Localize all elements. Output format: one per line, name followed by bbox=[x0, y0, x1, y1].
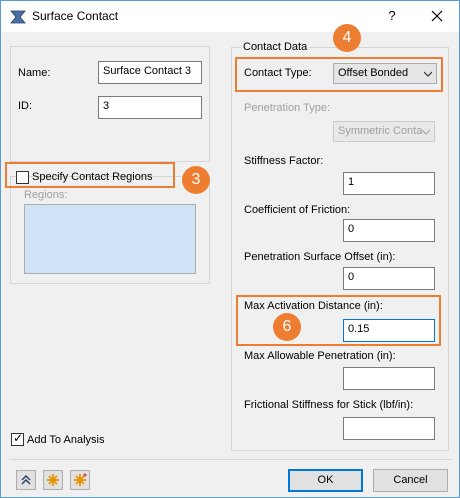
stiffness-factor-field[interactable]: 1 bbox=[343, 172, 435, 195]
add-to-analysis-label[interactable]: Add To Analysis bbox=[27, 434, 104, 446]
ok-button[interactable]: OK bbox=[288, 469, 363, 492]
help-button[interactable]: ? bbox=[381, 5, 403, 27]
callout-badge-3: 3 bbox=[182, 166, 210, 194]
chevron-down-icon bbox=[424, 71, 432, 77]
footer-divider bbox=[9, 459, 451, 460]
surface-contact-icon bbox=[10, 10, 26, 24]
frictional-stiffness-label: Frictional Stiffness for Stick (lbf/in): bbox=[244, 399, 414, 411]
regions-label: Regions: bbox=[24, 189, 68, 201]
title-bar: Surface Contact ? bbox=[1, 1, 459, 32]
surface-contact-dialog: Surface Contact ? Name: Surface Contact … bbox=[0, 0, 460, 498]
callout-badge-6: 6 bbox=[273, 313, 301, 341]
close-button[interactable] bbox=[423, 5, 451, 27]
contact-data-title: Contact Data bbox=[241, 41, 310, 53]
stiffness-factor-label: Stiffness Factor: bbox=[244, 155, 324, 167]
regions-list bbox=[24, 204, 196, 274]
asterisk-icon bbox=[47, 474, 59, 486]
max-penetration-label: Max Allowable Penetration (in): bbox=[244, 350, 396, 362]
penetration-offset-field[interactable]: 0 bbox=[343, 267, 435, 290]
add-to-analysis-checkbox[interactable]: ✓ bbox=[11, 431, 24, 446]
asterisk-button[interactable] bbox=[43, 470, 63, 490]
cancel-button[interactable]: Cancel bbox=[373, 469, 448, 492]
penetration-offset-label: Penetration Surface Offset (in): bbox=[244, 251, 396, 263]
penetration-type-value: Symmetric Conta bbox=[338, 125, 423, 137]
callout-badge-4: 4 bbox=[333, 24, 361, 52]
window-title: Surface Contact bbox=[32, 9, 119, 23]
contact-type-dropdown[interactable]: Offset Bonded bbox=[333, 63, 437, 84]
checkmark-icon: ✓ bbox=[13, 431, 24, 445]
max-penetration-field[interactable] bbox=[343, 367, 435, 390]
id-label: ID: bbox=[18, 100, 33, 112]
max-activation-field[interactable]: 0.15 bbox=[343, 319, 435, 342]
close-icon bbox=[431, 10, 443, 22]
coefficient-friction-label: Coefficient of Friction: bbox=[244, 204, 351, 216]
name-label: Name: bbox=[18, 67, 51, 79]
callout-box-3 bbox=[5, 162, 175, 188]
chevron-down-icon bbox=[422, 129, 430, 135]
max-activation-label: Max Activation Distance (in): bbox=[244, 300, 383, 312]
double-chevron-up-icon bbox=[21, 475, 31, 485]
id-field[interactable]: 3 bbox=[98, 96, 202, 119]
name-field[interactable]: Surface Contact 3 bbox=[98, 61, 202, 84]
penetration-type-label: Penetration Type: bbox=[244, 102, 331, 114]
asterisk-grid-button[interactable] bbox=[70, 470, 90, 490]
contact-type-value: Offset Bonded bbox=[338, 67, 409, 79]
coefficient-friction-field[interactable]: 0 bbox=[343, 219, 435, 242]
contact-type-label: Contact Type: bbox=[244, 67, 312, 79]
collapse-button[interactable] bbox=[16, 470, 36, 490]
penetration-type-dropdown[interactable]: Symmetric Conta bbox=[333, 121, 435, 142]
frictional-stiffness-field[interactable] bbox=[343, 417, 435, 440]
asterisk-grid-icon bbox=[74, 473, 87, 486]
